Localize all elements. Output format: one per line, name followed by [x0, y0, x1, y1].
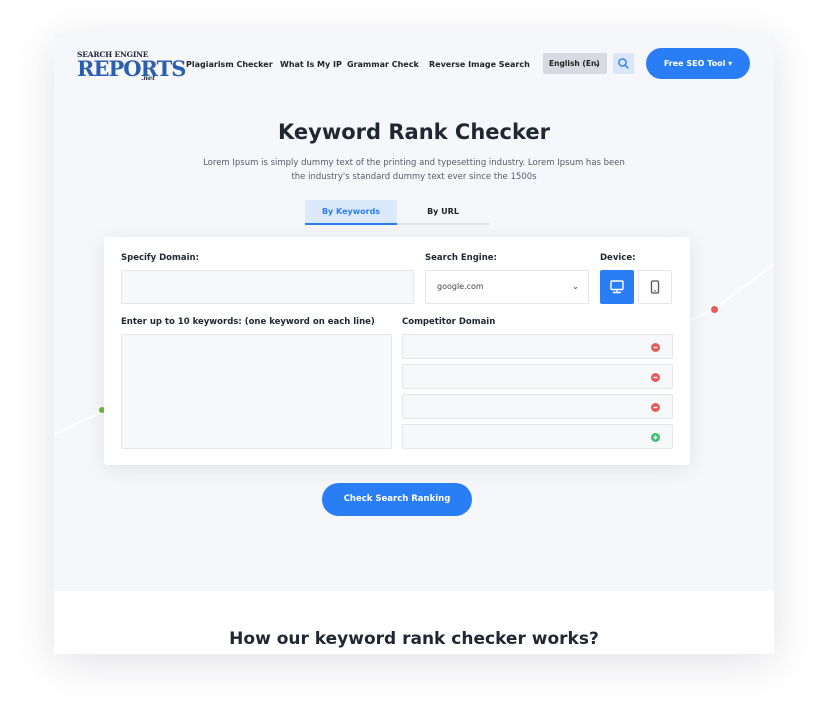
search-engine-value: google.com [437, 282, 484, 291]
search-icon [618, 58, 629, 69]
minus-circle-icon[interactable] [651, 403, 660, 412]
tab-by-keywords[interactable]: By Keywords [305, 200, 397, 225]
site-logo[interactable]: SEARCH ENGINE REPORTS .net [77, 50, 186, 82]
description-line-1: Lorem Ipsum is simply dummy text of the … [203, 158, 625, 168]
keywords-label: Enter up to 10 keywords: (one keyword on… [121, 317, 375, 327]
search-engine-select[interactable]: google.com ⌄ [425, 270, 589, 304]
search-button[interactable] [613, 53, 634, 74]
language-select[interactable]: English (En) ⌄ [543, 53, 607, 74]
desktop-icon [610, 280, 624, 294]
nav-what-is-my-ip[interactable]: What Is My IP [280, 60, 342, 69]
domain-input[interactable] [121, 270, 414, 304]
nav-grammar-check[interactable]: Grammar Check [347, 60, 419, 69]
desktop-device-button[interactable] [600, 270, 634, 304]
chevron-down-icon: ▾ [725, 59, 733, 68]
mode-tabs: By Keywords By URL [305, 200, 489, 225]
nav-reverse-image-search[interactable]: Reverse Image Search [429, 60, 530, 69]
device-label: Device: [600, 253, 636, 263]
competitor-domain-input[interactable] [402, 364, 673, 389]
nav-plagiarism-checker[interactable]: Plagiarism Checker [186, 60, 273, 69]
domain-label: Specify Domain: [121, 253, 199, 263]
page-title: Keyword Rank Checker [278, 120, 550, 144]
minus-circle-icon[interactable] [651, 343, 660, 352]
how-it-works-section: How our keyword rank checker works? [54, 591, 774, 654]
logo-suffix-text: .net [141, 74, 156, 82]
mobile-device-button[interactable] [638, 270, 672, 304]
tab-by-url[interactable]: By URL [397, 200, 489, 223]
competitor-domain-input[interactable] [402, 394, 673, 419]
check-search-ranking-button[interactable]: Check Search Ranking [322, 483, 472, 516]
description-line-2: the industry's standard dummy text ever … [291, 172, 537, 182]
section-heading: How our keyword rank checker works? [229, 629, 599, 649]
free-seo-tool-button[interactable]: Free SEO Tool ▾ [646, 48, 750, 79]
decorative-dot-red [711, 306, 718, 313]
logo-main-text: REPORTS [77, 56, 186, 81]
competitor-domain-input[interactable] [402, 424, 673, 449]
keywords-textarea[interactable] [121, 334, 392, 449]
search-engine-label: Search Engine: [425, 253, 497, 263]
language-label: English (En) [549, 59, 600, 68]
page-description: Lorem Ipsum is simply dummy text of the … [164, 156, 664, 184]
plus-circle-icon[interactable] [651, 433, 660, 442]
free-seo-tool-label: Free SEO Tool [663, 59, 726, 68]
page-frame: SEARCH ENGINE REPORTS .net Plagiarism Ch… [54, 34, 774, 654]
mobile-icon [650, 280, 660, 294]
chevron-down-icon: ⌄ [594, 59, 601, 68]
rank-check-form: Specify Domain: Search Engine: google.co… [104, 237, 690, 465]
competitor-domain-input[interactable] [402, 334, 673, 359]
chevron-down-icon: ⌄ [572, 282, 579, 291]
competitor-domain-label: Competitor Domain [402, 317, 496, 327]
minus-circle-icon[interactable] [651, 373, 660, 382]
